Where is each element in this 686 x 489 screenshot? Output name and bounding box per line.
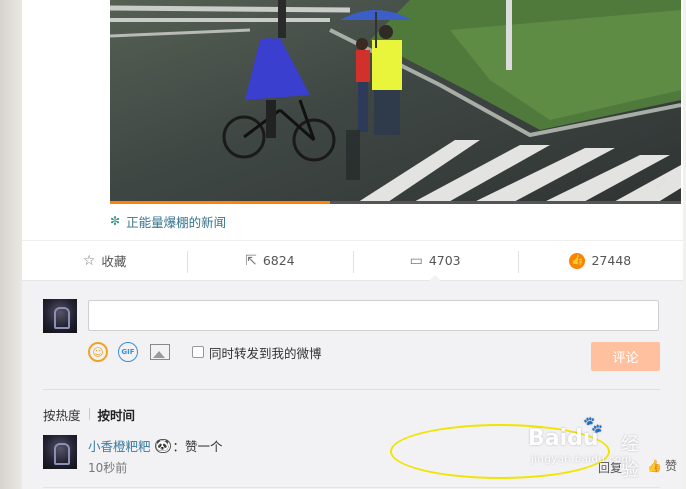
page-background-left — [0, 0, 22, 489]
repost-option[interactable]: 同时转发到我的微博 — [192, 343, 322, 362]
repost-button[interactable]: ⇱ 6824 — [187, 241, 352, 280]
comment-text: ：赞一个 — [172, 439, 223, 454]
panda-icon: 🐼 — [154, 438, 171, 453]
like-button[interactable]: 👍 27448 — [517, 241, 683, 280]
repost-count: 6824 — [262, 253, 295, 268]
composer-divider — [43, 389, 660, 390]
emoji-icon[interactable]: ☺ — [88, 342, 108, 362]
like-count: 27448 — [591, 253, 632, 268]
gif-icon[interactable]: GIF — [118, 342, 138, 362]
comment-body: 小香橙粑粑 🐼 ：赞一个 — [88, 436, 223, 455]
video-progress-track[interactable] — [110, 201, 681, 204]
fullscreen-icon[interactable]: ⤢ — [655, 178, 671, 192]
favorite-button[interactable]: ☆ 收藏 — [22, 241, 187, 280]
repost-checkbox[interactable] — [192, 346, 204, 358]
watermark-url: jingyan.baidu.com — [531, 454, 632, 465]
image-icon[interactable] — [150, 344, 170, 360]
baidu-jingyan-watermark: Baidu 🐾 经验 jingyan.baidu.com — [525, 415, 655, 481]
repost-option-label: 同时转发到我的微博 — [209, 345, 322, 361]
comment-sort-tabs: 按热度 按时间 — [43, 405, 135, 423]
sort-by-time-tab[interactable]: 按时间 — [98, 405, 136, 424]
post-action-bar: ☆ 收藏 ⇱ 6824 ▭ 4703 👍 27448 — [22, 240, 683, 281]
video-source[interactable]: ✼ 正能量爆棚的新闻 — [110, 212, 226, 230]
sort-by-hot-tab[interactable]: 按热度 — [43, 405, 81, 424]
share-icon: ⇱ — [245, 252, 257, 269]
star-icon: ☆ — [82, 252, 96, 269]
video-player[interactable]: ⤢ — [110, 0, 681, 204]
favorite-label: 收藏 — [101, 254, 127, 269]
comment-count: 4703 — [428, 253, 461, 268]
flower-icon: ✼ — [110, 214, 121, 228]
comment-like-label: 赞 — [664, 459, 677, 473]
video-source-label[interactable]: 正能量爆棚的新闻 — [126, 212, 226, 231]
comment-timestamp: 10秒前 — [88, 461, 128, 475]
comment-icon: ▭ — [409, 252, 423, 269]
commenter-avatar[interactable] — [43, 435, 77, 469]
video-progress-fill — [110, 201, 330, 204]
submit-comment-button[interactable]: 评论 — [591, 342, 660, 371]
comment-divider — [43, 487, 660, 488]
sort-separator — [88, 408, 90, 420]
current-user-avatar[interactable] — [43, 299, 77, 333]
comment-input[interactable] — [88, 300, 659, 331]
video-frame — [110, 0, 681, 204]
commenter-name[interactable]: 小香橙粑粑 — [88, 436, 151, 455]
composer-toolbar: ☺ GIF 同时转发到我的微博 — [88, 341, 322, 363]
thumbs-up-icon: 👍 — [569, 252, 586, 269]
paw-icon: 🐾 — [583, 415, 603, 434]
comment-button[interactable]: ▭ 4703 — [352, 241, 518, 281]
